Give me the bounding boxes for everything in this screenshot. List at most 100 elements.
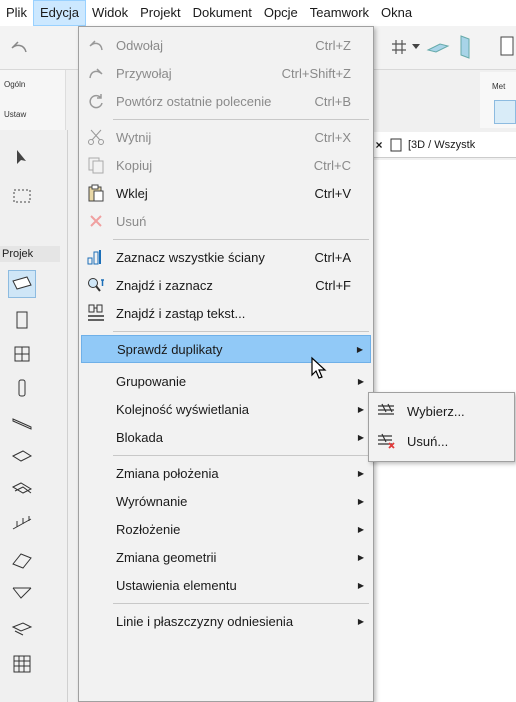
submenu-arrow-icon: ▶	[357, 580, 365, 590]
menu-item-undo[interactable]: Odwołaj Ctrl+Z	[81, 31, 371, 59]
menu-item-distribute[interactable]: Rozłożenie ▶	[81, 515, 371, 543]
beam-tool[interactable]	[8, 408, 36, 436]
shell-icon	[12, 587, 32, 599]
menu-item-cut[interactable]: Wytnij Ctrl+X	[81, 123, 371, 151]
submenu-arrow-icon: ▶	[356, 344, 364, 354]
shell-tool[interactable]	[8, 580, 36, 608]
door-tool[interactable]	[8, 306, 36, 334]
redo-icon	[81, 59, 111, 87]
menu-opcje[interactable]: Opcje	[258, 0, 304, 26]
menu-separator	[113, 331, 369, 332]
menu-item-reshape[interactable]: Zmiana geometrii ▶	[81, 543, 371, 571]
menu-item-shortcut: Ctrl+F	[315, 277, 351, 293]
slab-icon	[11, 450, 33, 462]
curtain-wall-tool[interactable]	[8, 650, 36, 678]
menu-item-shortcut: Ctrl+Shift+Z	[281, 65, 351, 81]
marquee-icon	[13, 189, 31, 203]
grid-snap-icon[interactable]	[388, 36, 410, 58]
settings-panel-label: Ustaw	[4, 110, 27, 119]
paste-icon	[81, 179, 111, 207]
menu-edycja[interactable]: Edycja	[32, 0, 86, 26]
menu-item-delete[interactable]: Usuń	[81, 207, 371, 235]
menu-item-shortcut: Ctrl+B	[314, 93, 351, 109]
menu-item-icon-placeholder	[81, 515, 111, 543]
skylight-tool[interactable]	[8, 614, 36, 642]
roof-tool[interactable]	[8, 546, 36, 574]
method-tool-button[interactable]	[494, 100, 516, 124]
duplicates-delete-icon	[371, 432, 401, 450]
menu-item-shortcut: Ctrl+X	[314, 129, 351, 145]
menu-item-label: Znajdź i zastąp tekst...	[116, 305, 246, 321]
menu-item-select-all-walls[interactable]: Zaznacz wszystkie ściany Ctrl+A	[81, 243, 371, 271]
menu-projekt[interactable]: Projekt	[134, 0, 186, 26]
curtain-wall-icon	[13, 655, 31, 673]
menu-item-element-settings[interactable]: Ustawienia elementu ▶	[81, 571, 371, 599]
menu-item-guide-lines[interactable]: Linie i płaszczyzny odniesienia ▶	[81, 607, 371, 635]
arrow-cursor-icon	[17, 150, 26, 164]
menu-item-reposition[interactable]: Zmiana położenia ▶	[81, 459, 371, 487]
method-panel-label: Met	[492, 82, 506, 91]
method-panel: Met	[480, 72, 516, 128]
find-select-icon	[81, 271, 111, 299]
door-icon[interactable]	[458, 34, 472, 60]
menu-item-paste[interactable]: Wklej Ctrl+V	[81, 179, 371, 207]
menu-item-shortcut: Ctrl+A	[314, 249, 351, 265]
undo-icon	[81, 31, 111, 59]
menu-item-align[interactable]: Wyrównanie ▶	[81, 487, 371, 515]
railing-tool[interactable]	[8, 510, 36, 538]
menu-item-shortcut: Ctrl+V	[314, 185, 351, 201]
menu-item-label: Powtórz ostatnie polecenie	[116, 93, 272, 109]
menu-item-label: Wklej	[116, 185, 148, 201]
menu-item-label: Kopiuj	[116, 157, 153, 173]
arrow-tool[interactable]	[8, 144, 36, 172]
menu-item-label: Usuń	[116, 213, 147, 229]
menu-item-display-order[interactable]: Kolejność wyświetlania ▶	[81, 395, 371, 423]
menu-item-icon-placeholder	[81, 367, 111, 395]
menu-item-label: Przywołaj	[116, 65, 172, 81]
repeat-icon	[81, 87, 111, 115]
menu-item-label: Zmiana położenia	[116, 465, 219, 481]
menu-teamwork[interactable]: Teamwork	[304, 0, 375, 26]
submenu-item-delete[interactable]: Usuń...	[371, 427, 512, 455]
stair-tool[interactable]	[8, 476, 36, 504]
menu-item-label: Rozłożenie	[116, 521, 181, 537]
column-icon	[18, 379, 26, 397]
page-icon[interactable]	[498, 34, 516, 60]
menu-item-icon-placeholder	[82, 335, 112, 363]
menu-item-shortcut: Ctrl+Z	[315, 37, 351, 53]
window-tool[interactable]	[8, 340, 36, 368]
submenu-item-select[interactable]: Wybierz...	[371, 397, 512, 425]
undo-icon[interactable]	[8, 36, 30, 58]
plane-icon[interactable]	[426, 36, 450, 58]
menu-item-find-replace-text[interactable]: Znajdź i zastąp tekst...	[81, 299, 371, 327]
menu-item-redo[interactable]: Przywołaj Ctrl+Shift+Z	[81, 59, 371, 87]
column-tool[interactable]	[8, 374, 36, 402]
delete-x-icon	[81, 207, 111, 235]
menu-item-lock[interactable]: Blokada ▶	[81, 423, 371, 451]
menu-okna[interactable]: Okna	[375, 0, 418, 26]
menu-item-copy[interactable]: Kopiuj Ctrl+C	[81, 151, 371, 179]
menu-item-label: Odwołaj	[116, 37, 163, 53]
menu-item-icon-placeholder	[81, 607, 111, 635]
menu-widok[interactable]: Widok	[86, 0, 134, 26]
menu-item-find-select[interactable]: Znajdź i zaznacz Ctrl+F	[81, 271, 371, 299]
marquee-tool[interactable]	[8, 182, 36, 210]
menu-plik[interactable]: Plik	[0, 0, 33, 26]
find-replace-icon	[81, 299, 111, 327]
slab-tool[interactable]	[8, 442, 36, 470]
beam-icon	[12, 418, 32, 430]
menu-item-repeat-last[interactable]: Powtórz ostatnie polecenie Ctrl+B	[81, 87, 371, 115]
mouse-pointer-icon	[311, 356, 327, 379]
edit-menu-dropdown: Odwołaj Ctrl+Z Przywołaj Ctrl+Shift+Z Po…	[78, 26, 374, 702]
menu-dokument[interactable]: Dokument	[187, 0, 258, 26]
roof-icon	[12, 553, 32, 569]
window-icon	[14, 346, 30, 362]
view-tab-3d[interactable]: × [3D / Wszystk	[370, 132, 516, 158]
wall-tool[interactable]	[8, 270, 36, 298]
menu-item-icon-placeholder	[81, 543, 111, 571]
menu-item-label: Linie i płaszczyzny odniesienia	[116, 613, 294, 629]
submenu-arrow-icon: ▶	[357, 468, 365, 478]
view-tab-title: [3D / Wszystk	[408, 138, 476, 151]
dropdown-arrow-icon[interactable]	[412, 42, 420, 50]
menu-item-icon-placeholder	[81, 423, 111, 451]
